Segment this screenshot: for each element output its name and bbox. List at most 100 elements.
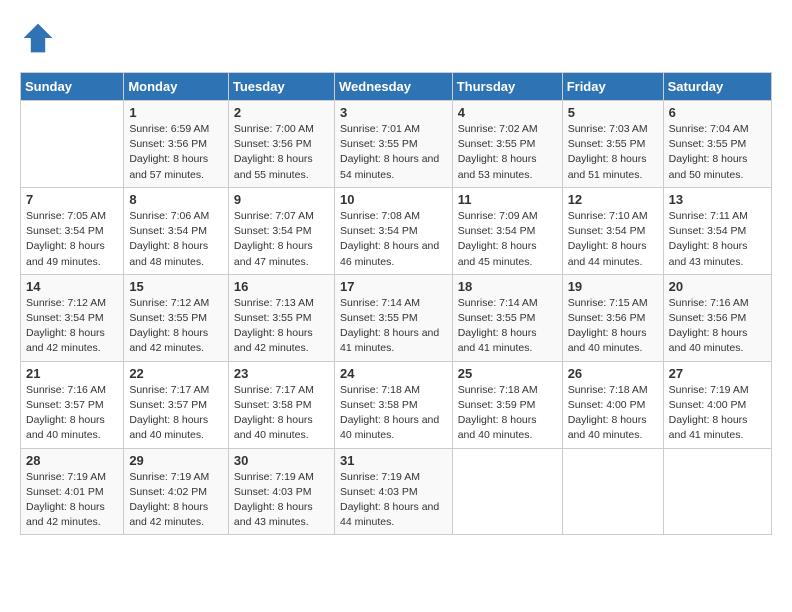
calendar-header: SundayMondayTuesdayWednesdayThursdayFrid… — [21, 73, 772, 101]
day-info: Sunrise: 7:09 AMSunset: 3:54 PMDaylight:… — [458, 209, 557, 270]
day-number: 28 — [26, 453, 118, 468]
week-row-4: 28 Sunrise: 7:19 AMSunset: 4:01 PMDayligh… — [21, 448, 772, 535]
day-number: 1 — [129, 105, 223, 120]
day-cell — [452, 448, 562, 535]
day-cell: 16 Sunrise: 7:13 AMSunset: 3:55 PMDayligh… — [228, 274, 334, 361]
day-number: 25 — [458, 366, 557, 381]
day-cell: 27Sunrise: 7:19 AMSunset: 4:00 PMDayligh… — [663, 361, 771, 448]
day-info: Sunrise: 7:00 AMSunset: 3:56 PMDaylight:… — [234, 122, 329, 183]
day-number: 30 — [234, 453, 329, 468]
page-header — [20, 20, 772, 56]
day-info: Sunrise: 7:03 AMSunset: 3:55 PMDaylight:… — [568, 122, 658, 183]
week-row-2: 14Sunrise: 7:12 AMSunset: 3:54 PMDayligh… — [21, 274, 772, 361]
day-cell: 17 Sunrise: 7:14 AMSunset: 3:55 PMDayligh… — [334, 274, 452, 361]
day-info: Sunrise: 7:19 AMSunset: 4:03 PMDaylight:… — [340, 470, 447, 531]
header-cell-wednesday: Wednesday — [334, 73, 452, 101]
day-number: 21 — [26, 366, 118, 381]
day-cell — [562, 448, 663, 535]
day-info: Sunrise: 7:14 AMSunset: 3:55 PMDaylight:… — [458, 296, 557, 357]
day-info: Sunrise: 7:16 AMSunset: 3:56 PMDaylight:… — [669, 296, 766, 357]
day-number: 20 — [669, 279, 766, 294]
day-cell: 11 Sunrise: 7:09 AMSunset: 3:54 PMDayligh… — [452, 187, 562, 274]
day-info: Sunrise: 7:13 AMSunset: 3:55 PMDaylight:… — [234, 296, 329, 357]
day-cell: 28 Sunrise: 7:19 AMSunset: 4:01 PMDayligh… — [21, 448, 124, 535]
day-number: 16 — [234, 279, 329, 294]
day-info: Sunrise: 7:12 AMSunset: 3:54 PMDaylight:… — [26, 296, 118, 357]
day-cell — [663, 448, 771, 535]
day-info: Sunrise: 7:10 AMSunset: 3:54 PMDaylight:… — [568, 209, 658, 270]
day-cell — [21, 101, 124, 188]
day-cell: 14Sunrise: 7:12 AMSunset: 3:54 PMDayligh… — [21, 274, 124, 361]
logo-icon — [20, 20, 56, 56]
day-cell: 22 Sunrise: 7:17 AMSunset: 3:57 PMDayligh… — [124, 361, 229, 448]
day-number: 3 — [340, 105, 447, 120]
day-cell: 19 Sunrise: 7:15 AMSunset: 3:56 PMDayligh… — [562, 274, 663, 361]
day-cell: 3 Sunrise: 7:01 AMSunset: 3:55 PMDaylight… — [334, 101, 452, 188]
day-cell: 9Sunrise: 7:07 AMSunset: 3:54 PMDaylight… — [228, 187, 334, 274]
day-info: Sunrise: 7:11 AMSunset: 3:54 PMDaylight:… — [669, 209, 766, 270]
day-info: Sunrise: 7:17 AMSunset: 3:57 PMDaylight:… — [129, 383, 223, 444]
day-number: 17 — [340, 279, 447, 294]
day-number: 4 — [458, 105, 557, 120]
day-cell: 13Sunrise: 7:11 AMSunset: 3:54 PMDayligh… — [663, 187, 771, 274]
day-cell: 10Sunrise: 7:08 AMSunset: 3:54 PMDayligh… — [334, 187, 452, 274]
day-cell: 4 Sunrise: 7:02 AMSunset: 3:55 PMDaylight… — [452, 101, 562, 188]
day-number: 2 — [234, 105, 329, 120]
day-cell: 23 Sunrise: 7:17 AMSunset: 3:58 PMDayligh… — [228, 361, 334, 448]
header-cell-friday: Friday — [562, 73, 663, 101]
day-cell: 21 Sunrise: 7:16 AMSunset: 3:57 PMDayligh… — [21, 361, 124, 448]
day-cell: 26 Sunrise: 7:18 AMSunset: 4:00 PMDayligh… — [562, 361, 663, 448]
logo — [20, 20, 60, 56]
day-info: Sunrise: 7:12 AMSunset: 3:55 PMDaylight:… — [129, 296, 223, 357]
day-number: 26 — [568, 366, 658, 381]
day-info: Sunrise: 7:06 AMSunset: 3:54 PMDaylight:… — [129, 209, 223, 270]
day-info: Sunrise: 7:02 AMSunset: 3:55 PMDaylight:… — [458, 122, 557, 183]
day-info: Sunrise: 7:18 AMSunset: 3:59 PMDaylight:… — [458, 383, 557, 444]
day-cell: 25 Sunrise: 7:18 AMSunset: 3:59 PMDayligh… — [452, 361, 562, 448]
day-cell: 7Sunrise: 7:05 AMSunset: 3:54 PMDaylight… — [21, 187, 124, 274]
day-number: 6 — [669, 105, 766, 120]
day-cell: 8 Sunrise: 7:06 AMSunset: 3:54 PMDaylight… — [124, 187, 229, 274]
week-row-1: 7Sunrise: 7:05 AMSunset: 3:54 PMDaylight… — [21, 187, 772, 274]
day-info: Sunrise: 7:14 AMSunset: 3:55 PMDaylight:… — [340, 296, 447, 357]
day-info: Sunrise: 7:01 AMSunset: 3:55 PMDaylight:… — [340, 122, 447, 183]
day-info: Sunrise: 7:18 AMSunset: 4:00 PMDaylight:… — [568, 383, 658, 444]
day-number: 8 — [129, 192, 223, 207]
day-number: 22 — [129, 366, 223, 381]
day-info: Sunrise: 7:05 AMSunset: 3:54 PMDaylight:… — [26, 209, 118, 270]
week-row-3: 21 Sunrise: 7:16 AMSunset: 3:57 PMDayligh… — [21, 361, 772, 448]
day-info: Sunrise: 7:19 AMSunset: 4:03 PMDaylight:… — [234, 470, 329, 531]
day-info: Sunrise: 7:19 AMSunset: 4:01 PMDaylight:… — [26, 470, 118, 531]
header-cell-thursday: Thursday — [452, 73, 562, 101]
week-row-0: 1Sunrise: 6:59 AMSunset: 3:56 PMDaylight… — [21, 101, 772, 188]
day-cell: 12 Sunrise: 7:10 AMSunset: 3:54 PMDayligh… — [562, 187, 663, 274]
day-info: Sunrise: 7:17 AMSunset: 3:58 PMDaylight:… — [234, 383, 329, 444]
day-cell: 1Sunrise: 6:59 AMSunset: 3:56 PMDaylight… — [124, 101, 229, 188]
calendar-body: 1Sunrise: 6:59 AMSunset: 3:56 PMDaylight… — [21, 101, 772, 535]
day-number: 27 — [669, 366, 766, 381]
day-cell: 31Sunrise: 7:19 AMSunset: 4:03 PMDayligh… — [334, 448, 452, 535]
day-cell: 2 Sunrise: 7:00 AMSunset: 3:56 PMDaylight… — [228, 101, 334, 188]
day-number: 23 — [234, 366, 329, 381]
header-cell-sunday: Sunday — [21, 73, 124, 101]
day-cell: 24Sunrise: 7:18 AMSunset: 3:58 PMDayligh… — [334, 361, 452, 448]
calendar-table: SundayMondayTuesdayWednesdayThursdayFrid… — [20, 72, 772, 535]
day-info: Sunrise: 7:15 AMSunset: 3:56 PMDaylight:… — [568, 296, 658, 357]
day-info: Sunrise: 7:16 AMSunset: 3:57 PMDaylight:… — [26, 383, 118, 444]
day-cell: 6Sunrise: 7:04 AMSunset: 3:55 PMDaylight… — [663, 101, 771, 188]
day-info: Sunrise: 7:18 AMSunset: 3:58 PMDaylight:… — [340, 383, 447, 444]
day-cell: 20 Sunrise: 7:16 AMSunset: 3:56 PMDayligh… — [663, 274, 771, 361]
day-cell: 5Sunrise: 7:03 AMSunset: 3:55 PMDaylight… — [562, 101, 663, 188]
day-number: 19 — [568, 279, 658, 294]
day-cell: 29Sunrise: 7:19 AMSunset: 4:02 PMDayligh… — [124, 448, 229, 535]
day-number: 10 — [340, 192, 447, 207]
day-info: Sunrise: 7:07 AMSunset: 3:54 PMDaylight:… — [234, 209, 329, 270]
day-number: 18 — [458, 279, 557, 294]
day-cell: 15 Sunrise: 7:12 AMSunset: 3:55 PMDayligh… — [124, 274, 229, 361]
day-number: 15 — [129, 279, 223, 294]
day-cell: 30 Sunrise: 7:19 AMSunset: 4:03 PMDayligh… — [228, 448, 334, 535]
day-info: Sunrise: 7:19 AMSunset: 4:02 PMDaylight:… — [129, 470, 223, 531]
day-number: 12 — [568, 192, 658, 207]
day-number: 11 — [458, 192, 557, 207]
header-cell-saturday: Saturday — [663, 73, 771, 101]
